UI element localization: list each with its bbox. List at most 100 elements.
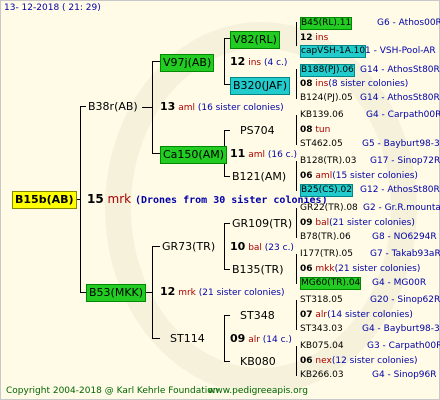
g4-loc-5: G5 - Bayburt98-3 bbox=[362, 139, 440, 149]
tree-line bbox=[296, 346, 297, 376]
tree-line bbox=[296, 115, 297, 145]
g3-node-5[interactable]: B135(TR) bbox=[230, 262, 286, 278]
g4-node-6[interactable]: B128(TR).03 bbox=[300, 156, 356, 167]
g4-loc-0: G6 - Athos00R bbox=[377, 18, 440, 28]
g4-node-0[interactable]: B45(RL).11 bbox=[300, 17, 353, 30]
tree-line bbox=[146, 292, 152, 293]
tree-line bbox=[152, 338, 160, 339]
g4-loc-10: G7 - Takab93aR bbox=[370, 249, 440, 259]
g4-node-10[interactable]: I177(TR).05 bbox=[300, 249, 353, 260]
g4-loc-1: 1 - VSH-Pool-AR bbox=[365, 46, 436, 56]
g4-loc-13: G4 - Bayburt98-3 bbox=[362, 324, 440, 334]
g3-node-4[interactable]: GR109(TR) bbox=[230, 216, 294, 232]
g3-mark: nex bbox=[315, 356, 332, 366]
root-note: (Drones from 30 sister colonies) bbox=[134, 195, 328, 206]
g4-node-1[interactable]: capVSH-1A.10 bbox=[300, 45, 367, 58]
g3-mark: tun bbox=[315, 125, 331, 135]
g3-info-4: 09 bal(21 sister colonies) bbox=[300, 218, 415, 229]
g4-node-8[interactable]: GR22(TR).08 bbox=[300, 203, 358, 214]
g3-num: 09 bbox=[300, 218, 313, 228]
g1-info-0: 13 aml (16 sister colonies) bbox=[160, 101, 284, 114]
g4-node-13[interactable]: ST343.03 bbox=[300, 324, 343, 335]
tree-line bbox=[296, 161, 297, 191]
g3-info-5: 06 mkk(21 sister colonies) bbox=[300, 264, 420, 275]
g4-node-14[interactable]: KB075.04 bbox=[300, 341, 344, 352]
g3-node-7[interactable]: KB080 bbox=[238, 354, 278, 370]
tree-line bbox=[296, 208, 297, 238]
tree-line bbox=[296, 22, 297, 46]
tree-line bbox=[224, 361, 230, 362]
tree-line bbox=[296, 300, 297, 330]
tree-line bbox=[152, 61, 153, 153]
g4-node-4[interactable]: KB139.06 bbox=[300, 110, 344, 121]
tree-line bbox=[152, 61, 160, 62]
g2-num: 11 bbox=[230, 147, 246, 160]
g4-node-2[interactable]: B188(PJ).06 bbox=[300, 64, 355, 77]
g2-node-2[interactable]: GR73(TR) bbox=[160, 239, 217, 255]
g2-info-0: 12 ins (4 c.) bbox=[230, 56, 287, 69]
tree-line bbox=[296, 254, 297, 284]
g4-node-11[interactable]: MG60(TR).04 bbox=[300, 277, 362, 290]
g1-sis: (21 sister colonies) bbox=[198, 288, 285, 298]
g3-info-7: 06 nex(12 sister colonies) bbox=[300, 356, 418, 367]
g4-loc-15: G4 - Sinop96R bbox=[372, 370, 437, 380]
tree-line bbox=[152, 246, 153, 338]
g3-node-3[interactable]: B121(AM) bbox=[230, 169, 288, 185]
g1-mark: mrk bbox=[178, 288, 196, 298]
g3-sis: (12 sister colonies) bbox=[331, 356, 418, 366]
g4-loc-9: G8 - NO6294R bbox=[372, 232, 437, 242]
g3-mark: aml bbox=[315, 171, 333, 181]
g3-sis: (21 sister colonies) bbox=[334, 264, 421, 274]
g2-num: 12 bbox=[230, 55, 246, 68]
g3-info-0: 12 ins bbox=[300, 33, 328, 44]
tree-line bbox=[152, 153, 160, 154]
g4-node-15[interactable]: KB266.03 bbox=[300, 370, 344, 381]
root-queen[interactable]: B15b(AB) bbox=[12, 191, 77, 209]
g4-loc-14: G3 - Carpath00R bbox=[367, 341, 440, 351]
g3-sis: (15 sister colonies) bbox=[332, 171, 418, 181]
g4-node-9[interactable]: B78(TR).06 bbox=[300, 232, 351, 243]
g1-mark: aml bbox=[178, 103, 195, 113]
g1-node-1[interactable]: B53(MKK) bbox=[86, 284, 147, 302]
g1-node-0[interactable]: B38r(AB) bbox=[86, 99, 140, 115]
g3-sis: (21 sister colonies) bbox=[329, 218, 415, 228]
g4-loc-8: G2 - Gr.R.mounta bbox=[363, 203, 440, 213]
g4-node-3[interactable]: B124(PJ).05 bbox=[300, 93, 353, 104]
date-stamp: 13- 12-2018 ( 21: 29) bbox=[4, 3, 101, 13]
g3-num: 06 bbox=[300, 171, 313, 181]
g3-info-6: 07 alr(14 sister colonies) bbox=[300, 310, 413, 321]
g3-node-0[interactable]: V82(RL) bbox=[230, 31, 280, 49]
g2-mark: bal bbox=[248, 243, 262, 253]
g2-sis: (14 c.) bbox=[262, 335, 292, 345]
tree-line bbox=[224, 315, 225, 361]
g2-mark: ins bbox=[248, 58, 262, 68]
g4-node-5[interactable]: ST462.05 bbox=[300, 139, 343, 150]
site-link[interactable]: www.pedigreeapis.org bbox=[208, 386, 308, 396]
g2-node-0[interactable]: V97j(AB) bbox=[160, 54, 215, 72]
g3-mark: bal bbox=[315, 218, 330, 228]
tree-line bbox=[142, 107, 152, 108]
g4-loc-11: G4 - MG00R bbox=[372, 278, 427, 288]
g2-node-3[interactable]: ST114 bbox=[168, 331, 207, 347]
g4-node-7[interactable]: B25(CS).02 bbox=[300, 184, 353, 197]
g1-info-1: 12 mrk (21 sister colonies) bbox=[160, 286, 284, 299]
g2-node-1[interactable]: Ca150(AM) bbox=[160, 146, 228, 164]
g1-num: 13 bbox=[160, 100, 176, 113]
tree-line bbox=[224, 223, 225, 269]
g3-mark: alr bbox=[315, 310, 328, 320]
tree-line bbox=[80, 106, 81, 292]
g2-sis: (23 c.) bbox=[264, 243, 294, 253]
g3-mark: mkk bbox=[315, 264, 335, 274]
g3-info-2: 08 tun bbox=[300, 125, 330, 136]
g3-num: 08 bbox=[300, 79, 313, 89]
g3-node-1[interactable]: B320(JAF) bbox=[230, 77, 291, 95]
root-mark: mrk bbox=[107, 192, 132, 206]
g4-node-12[interactable]: ST318.05 bbox=[300, 295, 343, 306]
g3-node-6[interactable]: ST348 bbox=[238, 308, 277, 324]
g4-loc-3: G14 - AthosSt80R bbox=[360, 93, 440, 103]
g2-sis: (4 c.) bbox=[263, 58, 288, 68]
g4-loc-4: G4 - Carpath00R bbox=[366, 110, 440, 120]
g3-sis: (8 sister colonies) bbox=[328, 79, 409, 89]
g3-sis: (14 sister colonies) bbox=[327, 310, 413, 320]
g3-node-2[interactable]: PS704 bbox=[238, 123, 277, 139]
